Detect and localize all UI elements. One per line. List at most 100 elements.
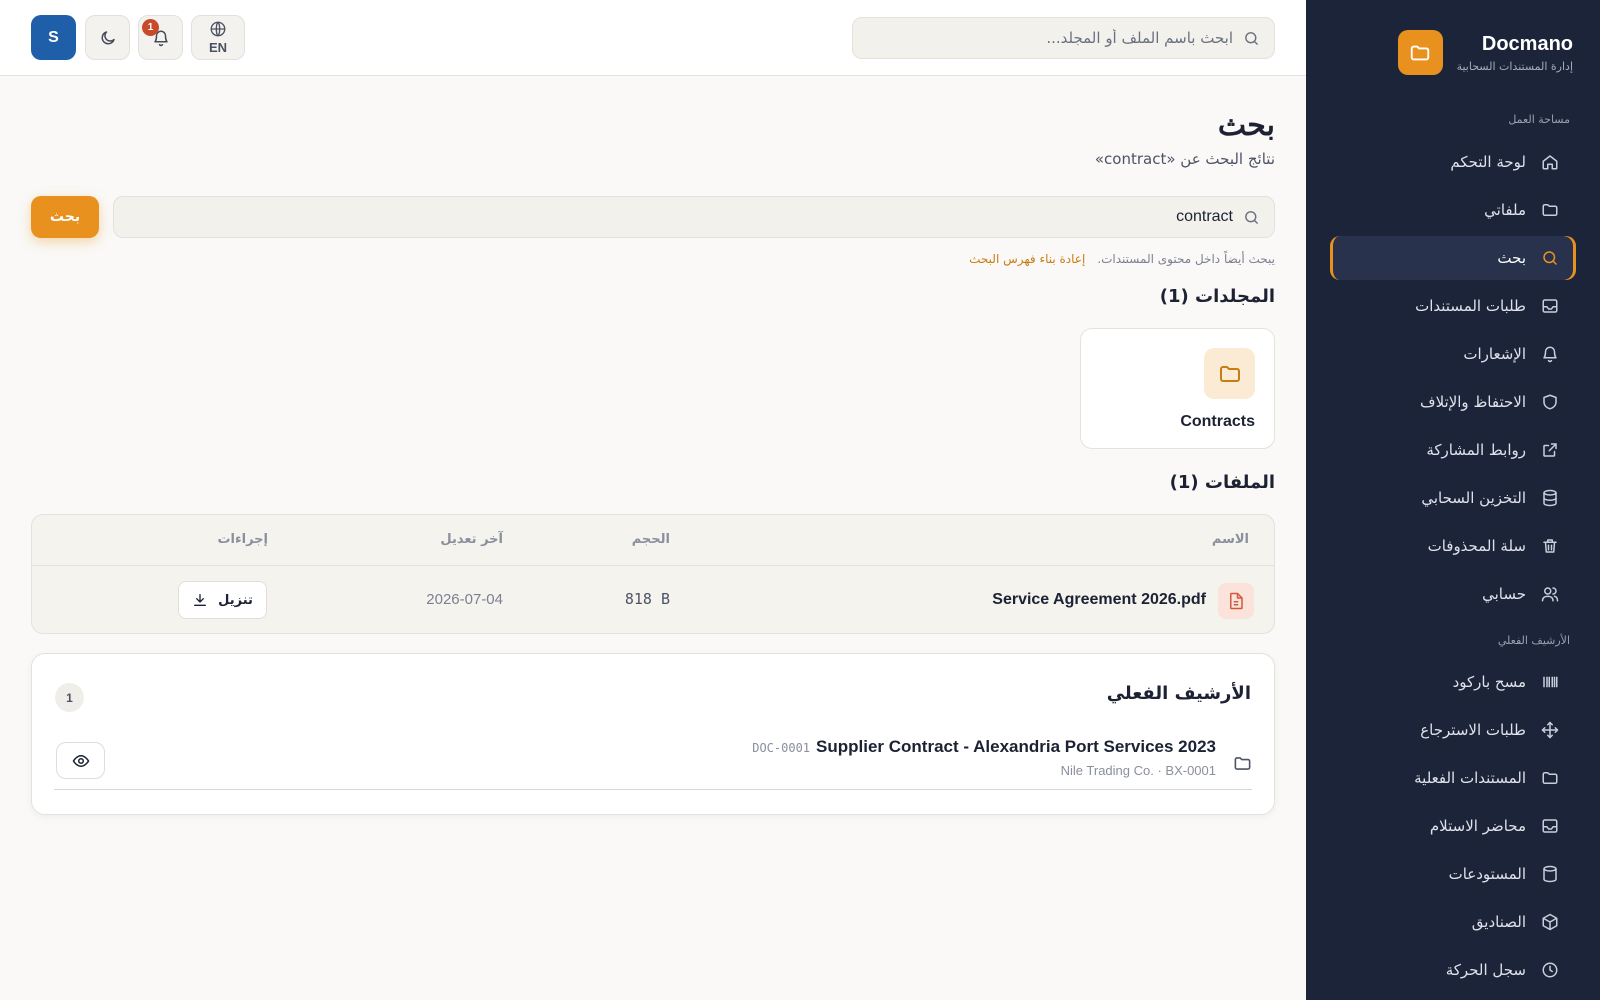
language-button[interactable]: EN [191, 15, 245, 60]
sidebar-item-warehouses[interactable]: المستودعات [1330, 852, 1576, 896]
sidebar-item-label: سلة المحذوفات [1427, 537, 1526, 555]
folder-icon [1204, 348, 1255, 399]
archive-item-name: Supplier Contract - Alexandria Port Serv… [816, 737, 1216, 756]
sidebar-item-account[interactable]: حسابي [1330, 572, 1576, 616]
sidebar-item-retention[interactable]: الاحتفاظ والإتلاف [1330, 380, 1576, 424]
sidebar-item-label: بحث [1497, 249, 1526, 267]
globe-icon [209, 20, 227, 38]
column-header-modified: آخر تعديل [440, 532, 503, 547]
user-avatar[interactable]: S [31, 15, 76, 60]
inbox-icon [1540, 816, 1560, 836]
shield-icon [1540, 392, 1560, 412]
sidebar-item-my-files[interactable]: ملفاتي [1330, 188, 1576, 232]
sidebar-item-label: سجل الحركة [1445, 961, 1526, 979]
search-icon [1540, 248, 1560, 268]
folder-name: Contracts [1180, 413, 1255, 430]
brand[interactable]: Docmano إدارة المستندات السحابية [1397, 30, 1573, 75]
folder-icon [1540, 768, 1560, 788]
search-hint: يبحث أيضاً داخل محتوى المستندات. [1097, 252, 1275, 266]
sidebar-item-cloud-storage[interactable]: التخزين السحابي [1330, 476, 1576, 520]
search-row: بحث [31, 196, 1275, 238]
page-title: بحث [1217, 109, 1275, 142]
sidebar-item-label: روابط المشاركة [1426, 441, 1526, 459]
moon-icon [99, 29, 117, 47]
column-header-actions: إجراءات [217, 532, 268, 547]
brand-tagline: إدارة المستندات السحابية [1456, 59, 1573, 73]
sidebar-item-search[interactable]: بحث [1330, 236, 1576, 280]
file-size: 818 B [624, 590, 670, 608]
sidebar-item-label: مسح باركود [1452, 673, 1526, 691]
box-icon [1540, 912, 1560, 932]
sidebar-item-physical-documents[interactable]: المستندات الفعلية [1330, 756, 1576, 800]
search-button[interactable]: بحث [31, 196, 99, 238]
rebuild-index-link[interactable]: إعادة بناء فهرس البحث [969, 252, 1085, 266]
sidebar-item-document-requests[interactable]: طلبات المستندات [1330, 284, 1576, 328]
page-subtitle: نتائج البحث عن «contract» [1094, 150, 1275, 168]
archive-item-code: DOC-0001 [752, 741, 811, 755]
brand-name: Docmano [1481, 32, 1573, 55]
archive-item-title-line: DOC-0001 Supplier Contract - Alexandria … [752, 737, 1216, 757]
sidebar-item-trash[interactable]: سلة المحذوفات [1330, 524, 1576, 568]
global-search-input[interactable] [873, 29, 1233, 47]
column-header-size: الحجم [631, 532, 670, 547]
barcode-icon [1540, 672, 1560, 692]
sidebar-item-label: الإشعارات [1463, 345, 1526, 363]
sidebar-item-movement-log[interactable]: سجل الحركة [1330, 948, 1576, 992]
files-table: الاسم الحجم آخر تعديل إجراءات Service Ag… [31, 514, 1275, 634]
table-header: الاسم الحجم آخر تعديل إجراءات [32, 515, 1274, 566]
search-icon [1243, 209, 1260, 226]
sidebar-item-retrieval-requests[interactable]: طلبات الاسترجاع [1330, 708, 1576, 752]
sidebar-item-receipts[interactable]: محاضر الاستلام [1330, 804, 1576, 848]
notifications-button[interactable]: 1 [138, 15, 183, 60]
sidebar-item-label: محاضر الاستلام [1429, 817, 1526, 835]
download-label: تنزيل [218, 592, 253, 608]
eye-icon [72, 752, 90, 770]
file-modified-date: 2026-07-04 [426, 591, 503, 608]
sidebar: Docmano إدارة المستندات السحابية مساحة ا… [1306, 0, 1600, 1000]
sidebar-item-dashboard[interactable]: لوحة التحكم [1330, 140, 1576, 184]
search-input[interactable] [153, 208, 1233, 226]
section-label-workspace: مساحة العمل [1508, 113, 1570, 126]
sidebar-item-label: المستودعات [1448, 865, 1526, 883]
database-icon [1540, 488, 1560, 508]
sidebar-item-label: المستندات الفعلية [1414, 769, 1526, 787]
download-icon [192, 592, 208, 608]
folder-icon [1540, 200, 1560, 220]
theme-toggle-button[interactable] [85, 15, 130, 60]
sidebar-item-barcode-scan[interactable]: مسح باركود [1330, 660, 1576, 704]
language-label: EN [208, 40, 228, 55]
sidebar-item-boxes[interactable]: الصناديق [1330, 900, 1576, 944]
database-icon [1540, 864, 1560, 884]
physical-archive-count: 1 [55, 683, 84, 712]
global-search[interactable] [852, 17, 1275, 59]
folder-icon [1233, 754, 1252, 773]
list-item[interactable]: DOC-0001 Supplier Contract - Alexandria … [54, 732, 1252, 790]
download-button[interactable]: تنزيل [178, 581, 267, 619]
files-heading: الملفات (1) [1169, 472, 1275, 493]
topbar: EN 1 S [0, 0, 1306, 76]
search-hint-row: يبحث أيضاً داخل محتوى المستندات. إعادة ب… [969, 252, 1275, 266]
sidebar-item-share-links[interactable]: روابط المشاركة [1330, 428, 1576, 472]
sidebar-item-label: التخزين السحابي [1421, 489, 1526, 507]
sidebar-item-notifications[interactable]: الإشعارات [1330, 332, 1576, 376]
external-link-icon [1540, 440, 1560, 460]
move-icon [1540, 720, 1560, 740]
file-name[interactable]: Service Agreement 2026.pdf [992, 591, 1206, 609]
sidebar-item-label: طلبات الاسترجاع [1420, 721, 1526, 739]
trash-icon [1540, 536, 1560, 556]
bell-icon [1540, 344, 1560, 364]
sidebar-item-label: طلبات المستندات [1415, 297, 1526, 315]
users-icon [1540, 584, 1560, 604]
sidebar-item-label: الصناديق [1471, 913, 1526, 931]
notification-badge: 1 [142, 19, 159, 36]
sidebar-item-label: الاحتفاظ والإتلاف [1420, 393, 1526, 411]
physical-archive-title: الأرشيف الفعلي [1106, 683, 1251, 704]
view-button[interactable] [56, 742, 105, 779]
folder-card[interactable]: Contracts [1080, 328, 1275, 449]
search-field[interactable] [113, 196, 1275, 238]
folder-logo-icon [1397, 30, 1443, 75]
table-row[interactable]: Service Agreement 2026.pdf 818 B 2026-07… [32, 566, 1274, 633]
home-icon [1540, 152, 1560, 172]
folders-heading: المجلدات (1) [1159, 286, 1275, 307]
archive-item-meta: Nile Trading Co. · BX-0001 [1060, 763, 1216, 778]
